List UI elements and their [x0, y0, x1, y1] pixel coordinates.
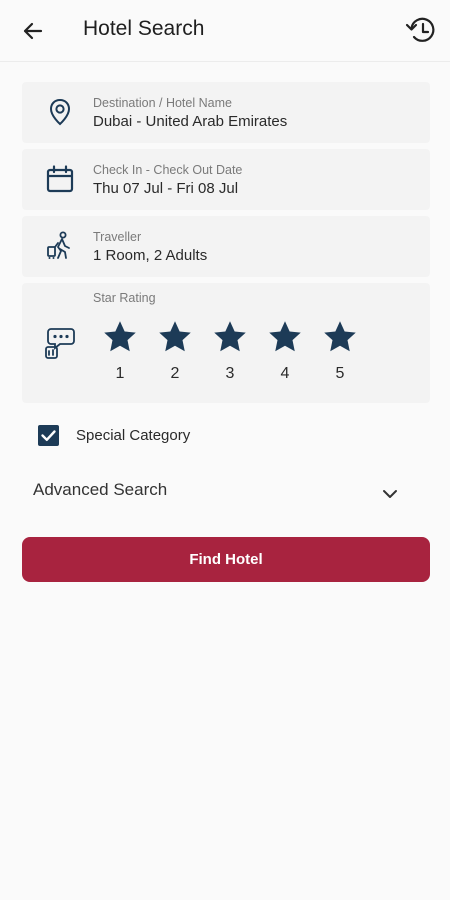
checkbox-checked-icon[interactable] — [38, 425, 59, 446]
destination-field[interactable]: Destination / Hotel Name Dubai - United … — [22, 82, 430, 143]
advanced-search-toggle[interactable]: Advanced Search — [22, 470, 430, 514]
star-option-1[interactable]: 1 — [100, 319, 140, 383]
chevron-down-icon — [380, 484, 400, 504]
back-arrow-icon[interactable] — [18, 16, 48, 46]
dates-field[interactable]: Check In - Check Out Date Thu 07 Jul - F… — [22, 149, 430, 210]
star-rating-panel: Star Rating 1 2 3 4 5 — [22, 283, 430, 403]
app-bar: Hotel Search — [0, 0, 450, 62]
page-title: Hotel Search — [83, 17, 205, 40]
star-icon — [269, 321, 301, 352]
dates-value: Thu 07 Jul - Fri 08 Jul — [93, 180, 239, 197]
dates-label: Check In - Check Out Date — [93, 163, 243, 177]
star-rating-label: Star Rating — [93, 291, 156, 305]
star-icon — [159, 321, 191, 352]
star-option-5[interactable]: 5 — [320, 319, 360, 383]
map-pin-icon — [44, 96, 76, 128]
destination-label: Destination / Hotel Name — [93, 96, 232, 110]
star-option-label: 4 — [280, 365, 290, 382]
star-option-label: 3 — [225, 365, 235, 382]
special-category-label: Special Category — [76, 427, 191, 444]
star-option-label: 5 — [335, 365, 345, 382]
star-option-2[interactable]: 2 — [155, 319, 195, 383]
find-hotel-button[interactable]: Find Hotel — [22, 537, 430, 582]
destination-value: Dubai - United Arab Emirates — [93, 113, 288, 130]
history-icon[interactable] — [404, 13, 440, 49]
star-option-label: 1 — [115, 365, 125, 382]
star-icon — [324, 321, 356, 352]
star-option-4[interactable]: 4 — [265, 319, 305, 383]
star-icon — [214, 321, 246, 352]
calendar-icon — [44, 163, 76, 195]
star-option-3[interactable]: 3 — [210, 319, 250, 383]
review-chat-icon — [42, 325, 78, 361]
star-option-label: 2 — [170, 365, 180, 382]
advanced-search-label: Advanced Search — [33, 480, 168, 499]
traveller-luggage-icon — [44, 230, 76, 262]
traveller-value: 1 Room, 2 Adults — [93, 247, 208, 264]
traveller-field[interactable]: Traveller 1 Room, 2 Adults — [22, 216, 430, 277]
traveller-label: Traveller — [93, 230, 142, 244]
star-icon — [104, 321, 136, 352]
